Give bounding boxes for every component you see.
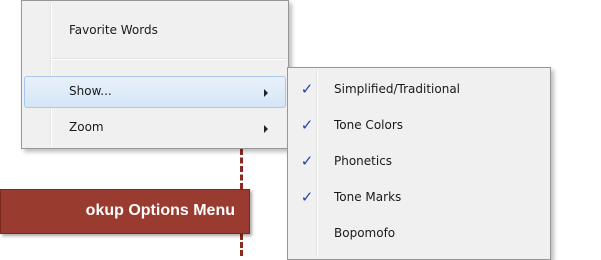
- menu-item-show[interactable]: Show...: [24, 76, 286, 108]
- menu-item-label: Zoom: [69, 120, 104, 134]
- menu-separator: [52, 58, 286, 60]
- submenu-item-tone-colors[interactable]: ✓ Tone Colors: [290, 110, 548, 142]
- submenu-item-label: Phonetics: [334, 154, 393, 168]
- submenu-item-label: Bopomofo: [334, 226, 396, 240]
- submenu-item-label: Tone Marks: [334, 190, 402, 204]
- submenu-item-simplified-traditional[interactable]: ✓ Simplified/Traditional: [290, 74, 548, 106]
- checkmark-icon: ✓: [300, 116, 314, 134]
- callout-banner: okup Options Menu: [0, 189, 250, 234]
- checkmark-icon: ✓: [300, 188, 314, 206]
- submenu-item-label: Tone Colors: [334, 118, 404, 132]
- callout-text: okup Options Menu: [85, 202, 235, 219]
- menu-item-label: Show...: [69, 84, 112, 98]
- menu-item-zoom[interactable]: Zoom: [24, 112, 286, 144]
- submenu-item-phonetics[interactable]: ✓ Phonetics: [290, 146, 548, 178]
- checkmark-icon: ✓: [300, 80, 314, 98]
- submenu-arrow-icon: [264, 125, 268, 133]
- submenu-item-label: Simplified/Traditional: [334, 82, 461, 96]
- menu-item-label: Favorite Words: [69, 23, 158, 37]
- callout-connector-bottom: [240, 234, 243, 256]
- submenu-item-tone-marks[interactable]: ✓ Tone Marks: [290, 182, 548, 214]
- menu-item-favorite-words[interactable]: Favorite Words: [24, 15, 286, 47]
- submenu-item-bopomofo[interactable]: Bopomofo: [290, 218, 548, 250]
- checkmark-icon: ✓: [300, 152, 314, 170]
- submenu-arrow-icon: [264, 89, 268, 97]
- lookup-options-menu: Favorite Words Show... Zoom: [21, 0, 289, 149]
- show-submenu: ✓ Simplified/Traditional ✓ Tone Colors ✓…: [287, 67, 551, 260]
- callout-connector-top: [240, 149, 243, 189]
